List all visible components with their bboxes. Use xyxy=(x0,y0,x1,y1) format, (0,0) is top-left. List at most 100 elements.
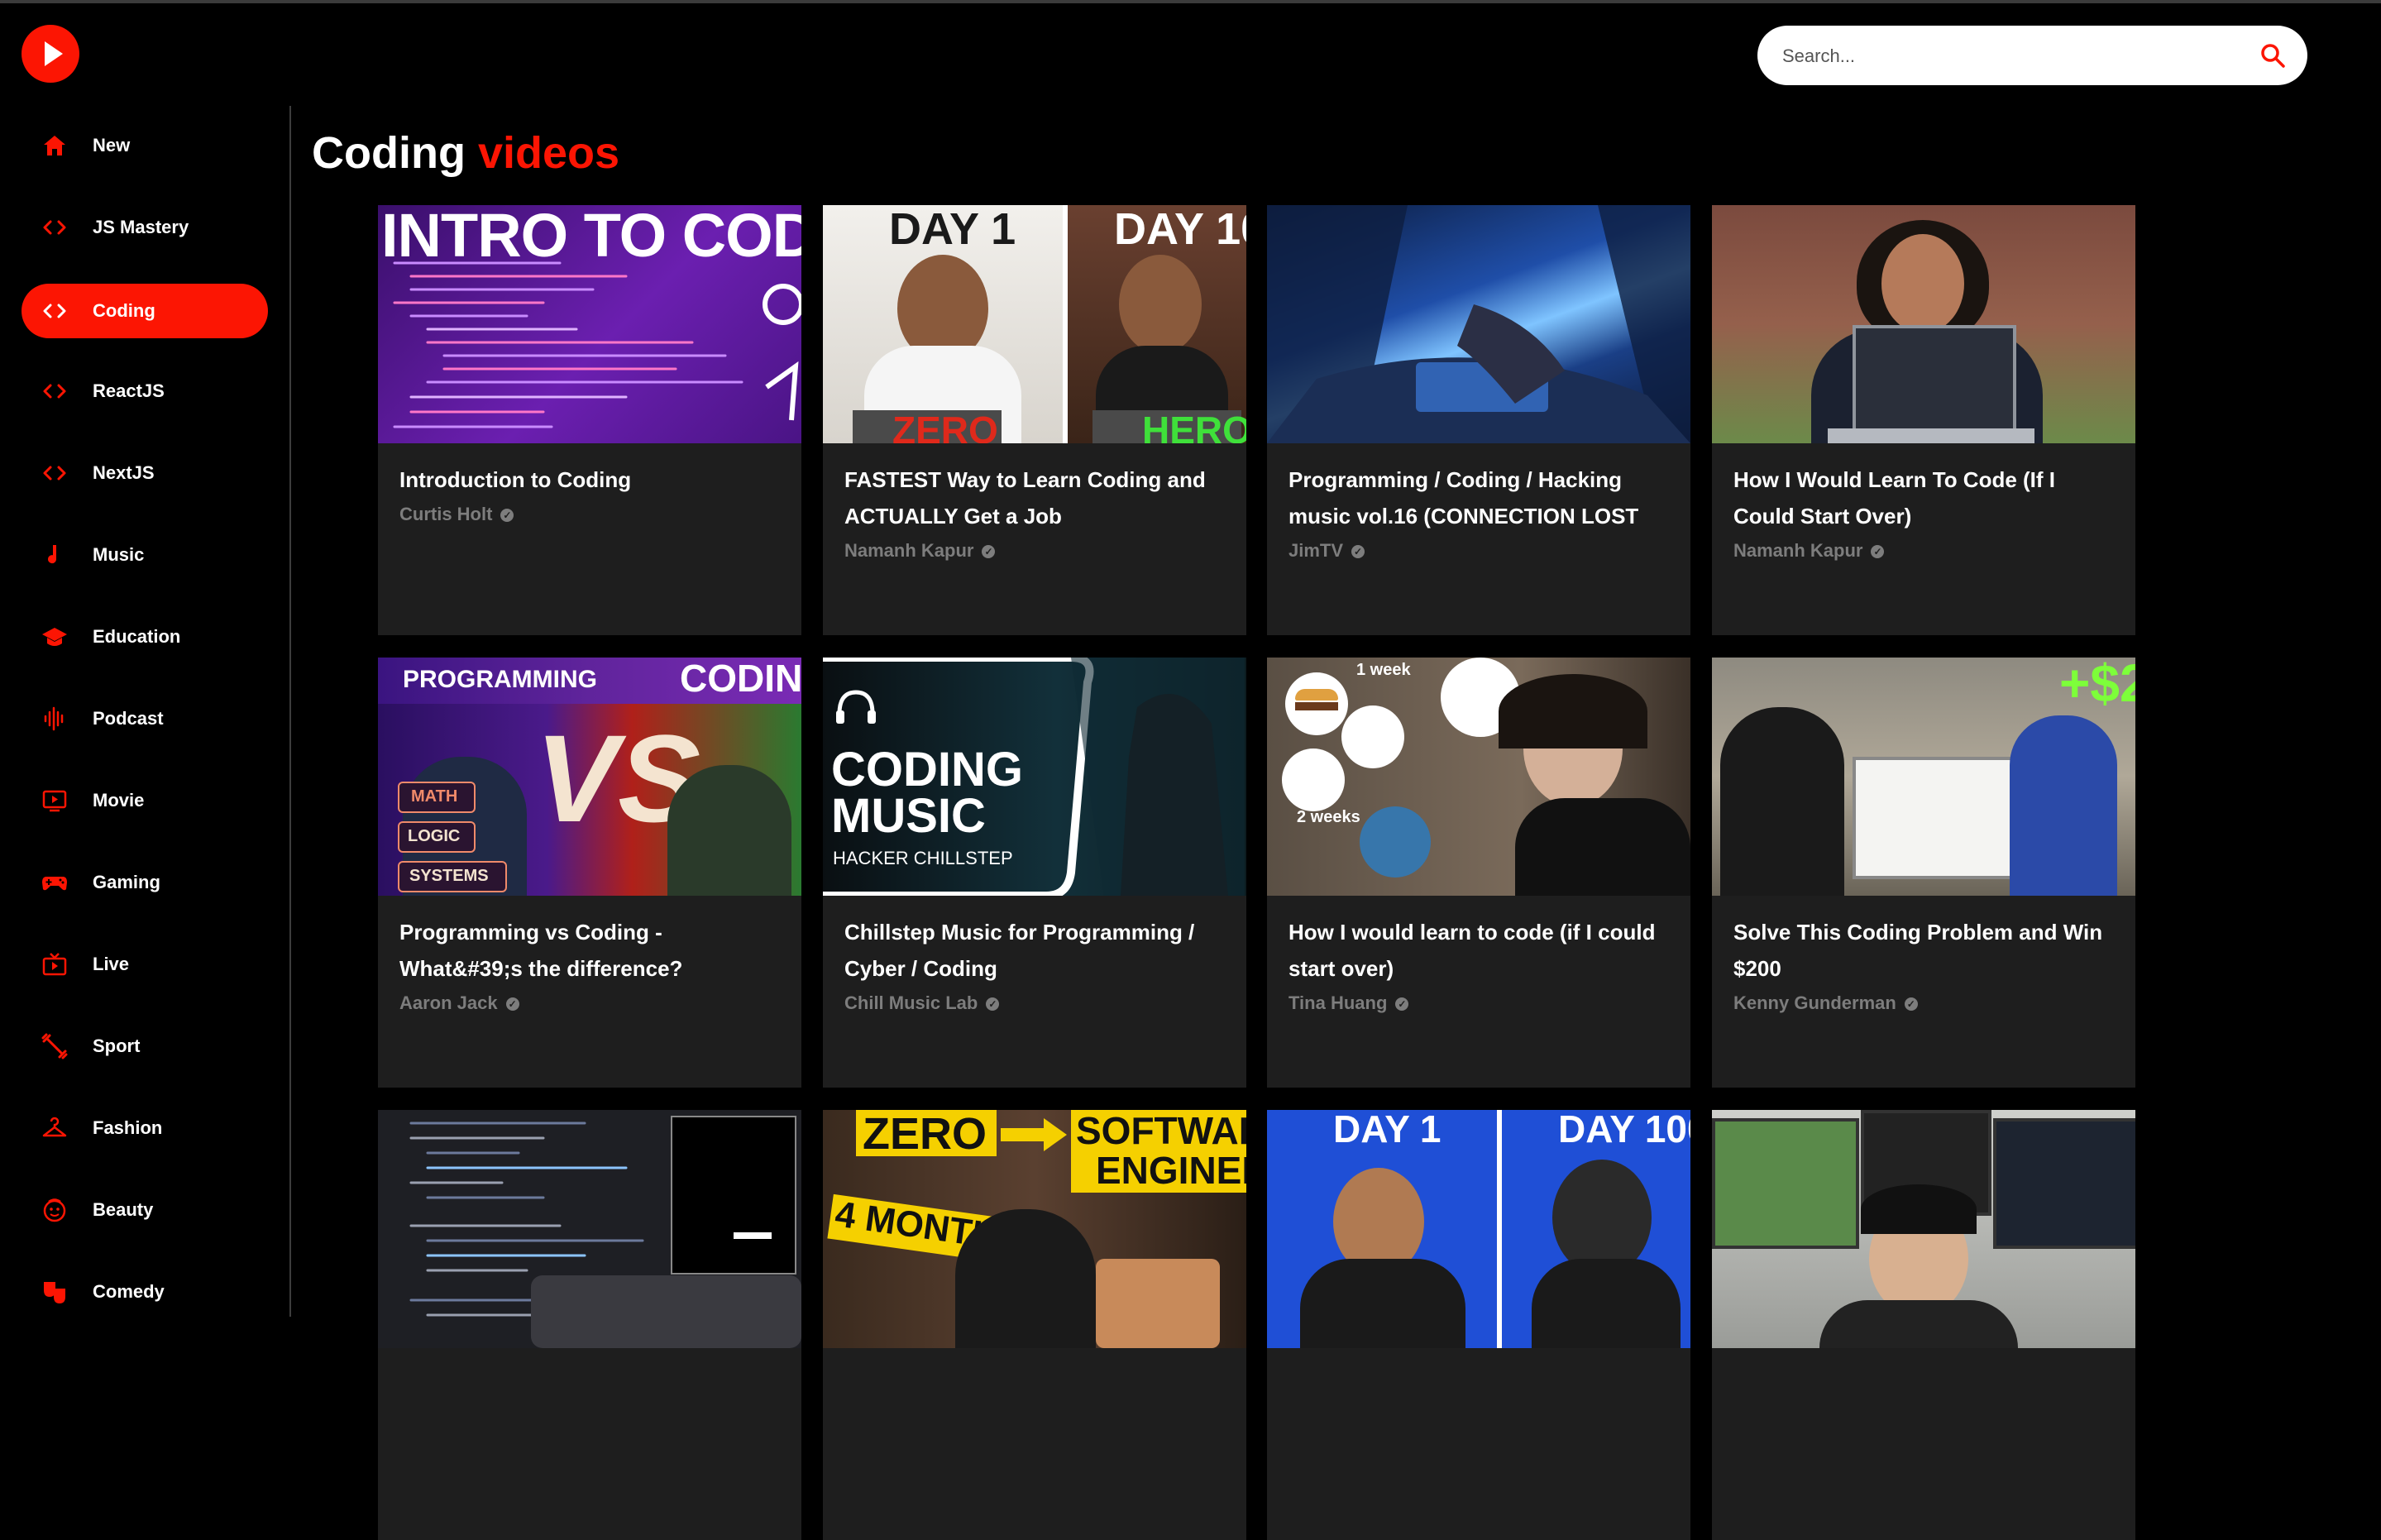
robot-badge xyxy=(1282,748,1345,811)
search-bar[interactable] xyxy=(1757,26,2307,85)
theater-icon xyxy=(44,1282,65,1303)
code-editor-graphic xyxy=(409,1116,801,1348)
video-title[interactable]: Solve This Coding Problem and Win $200 xyxy=(1733,914,2114,987)
burger-patty xyxy=(1295,702,1338,710)
window-top-border xyxy=(0,0,2381,3)
video-card[interactable]: How I Would Learn To Code (If I Could St… xyxy=(1712,205,2135,635)
video-title[interactable]: Programming vs Coding - What&#39;s the d… xyxy=(399,914,780,987)
video-thumbnail[interactable]: ZERO SOFTWAR ENGINEE 4 MONTHS! xyxy=(823,1110,1246,1348)
sidebar-item-new[interactable]: New xyxy=(22,118,268,173)
sidebar-item-js-mastery[interactable]: JS Mastery xyxy=(22,200,268,255)
verified-check-icon: ✓ xyxy=(1871,545,1885,558)
video-card[interactable]: PROGRAMMING CODIN VS MATH LOGIC SYSTEMS … xyxy=(378,658,801,1088)
video-card[interactable]: 1 week 2 weeks How I would learn to code… xyxy=(1267,658,1690,1088)
channel-name[interactable]: Kenny Gunderman ✓ xyxy=(1733,992,1918,1014)
thumbnail-text: DAY 100 xyxy=(1114,205,1246,254)
video-thumbnail[interactable]: 1 week 2 weeks xyxy=(1267,658,1690,896)
sidebar-item-coding[interactable]: Coding xyxy=(22,284,268,338)
channel-name[interactable]: Namanh Kapur ✓ xyxy=(1733,540,1885,562)
python-logo-icon xyxy=(1360,806,1431,878)
youtube-logo[interactable] xyxy=(22,25,79,83)
video-card[interactable]: DAY 1 DAY 100 ZERO HERO FASTEST Way to L… xyxy=(823,205,1246,635)
thumbnail-text: SOFTWAR xyxy=(1076,1110,1246,1152)
thumbnail-text: INTRO TO CODIN xyxy=(381,205,801,270)
arrow-right-icon xyxy=(1001,1118,1067,1151)
headphones-icon xyxy=(836,690,876,724)
sidebar-item-beauty[interactable]: Beauty xyxy=(22,1183,268,1237)
video-title[interactable]: Programming / Coding / Hacking music vol… xyxy=(1289,462,1669,534)
search-icon[interactable] xyxy=(2258,41,2288,70)
thumbnail-text: LOGIC xyxy=(408,827,461,845)
channel-name[interactable]: Chill Music Lab ✓ xyxy=(844,992,1000,1014)
play-screen-icon xyxy=(42,790,67,812)
sidebar-item-nextjs[interactable]: NextJS xyxy=(22,446,268,500)
video-title[interactable]: Chillstep Music for Programming / Cyber … xyxy=(844,914,1225,987)
video-title[interactable]: Introduction to Coding xyxy=(399,462,780,498)
thumbnail-text: MUSIC xyxy=(831,789,986,843)
sidebar-item-fashion[interactable]: Fashion xyxy=(22,1101,268,1155)
burger-icon xyxy=(1295,689,1338,701)
video-card[interactable]: +$20 Solve This Coding Problem and Win $… xyxy=(1712,658,2135,1088)
channel-name[interactable]: JimTV ✓ xyxy=(1289,540,1365,562)
video-thumbnail[interactable] xyxy=(378,1110,801,1348)
thumbnail-divider xyxy=(1497,1110,1502,1348)
person-head xyxy=(1881,234,1964,333)
sidebar-item-music[interactable]: Music xyxy=(22,528,268,582)
thumbnail-text: ZERO xyxy=(863,1110,987,1159)
sidebar-item-gaming[interactable]: Gaming xyxy=(22,855,268,910)
code-icon xyxy=(43,220,66,235)
snake-badge xyxy=(1341,705,1404,768)
video-thumbnail[interactable]: DAY 1 DAY 100 ZERO HERO xyxy=(823,205,1246,443)
person-head xyxy=(1119,255,1202,354)
sidebar-item-label: Gaming xyxy=(93,872,160,892)
live-tv-icon xyxy=(42,953,67,976)
video-thumbnail[interactable] xyxy=(1712,205,2135,443)
channel-name[interactable]: Curtis Holt ✓ xyxy=(399,504,514,525)
sidebar-item-label: Coding xyxy=(93,300,155,321)
video-thumbnail[interactable]: CODING MUSIC HACKER CHILLSTEP xyxy=(823,658,1246,896)
sidebar-item-comedy[interactable]: Comedy xyxy=(22,1265,268,1319)
verified-check-icon: ✓ xyxy=(505,997,519,1011)
sidebar-item-label: Fashion xyxy=(93,1117,163,1138)
channel-name[interactable]: Aaron Jack ✓ xyxy=(399,992,519,1014)
thumbnail-text: DAY 100 xyxy=(1558,1110,1690,1150)
video-card[interactable]: CODING MUSIC HACKER CHILLSTEP Chillstep … xyxy=(823,658,1246,1088)
gamepad-icon xyxy=(42,877,67,891)
person-body xyxy=(1532,1259,1681,1348)
video-thumbnail[interactable] xyxy=(1712,1110,2135,1348)
sidebar-item-label: Beauty xyxy=(93,1199,154,1220)
video-thumbnail[interactable]: +$20 xyxy=(1712,658,2135,896)
search-input[interactable] xyxy=(1781,39,2247,74)
sidebar-item-podcast[interactable]: Podcast xyxy=(22,691,268,746)
cockpit-illustration xyxy=(1267,205,1690,443)
face-icon xyxy=(43,1198,66,1222)
video-thumbnail[interactable]: PROGRAMMING CODIN VS MATH LOGIC SYSTEMS xyxy=(378,658,801,896)
video-thumbnail[interactable]: DAY 1 DAY 100 xyxy=(1267,1110,1690,1348)
soundwave-icon xyxy=(44,706,64,731)
code-icon xyxy=(43,304,66,318)
channel-name-text: Namanh Kapur xyxy=(1733,540,1863,561)
thumbnail-text: HACKER CHILLSTEP xyxy=(833,848,1013,868)
page-title-accent: videos xyxy=(477,128,620,178)
video-title[interactable]: FASTEST Way to Learn Coding and ACTUALLY… xyxy=(844,462,1225,534)
sidebar-item-movie[interactable]: Movie xyxy=(22,773,268,828)
sidebar-item-education[interactable]: Education xyxy=(22,610,268,664)
channel-name[interactable]: Namanh Kapur ✓ xyxy=(844,540,996,562)
video-thumbnail[interactable]: INTRO TO CODIN xyxy=(378,205,801,443)
sidebar-item-live[interactable]: Live xyxy=(22,937,268,992)
channel-name[interactable]: Tina Huang ✓ xyxy=(1289,992,1409,1014)
thumbnail-text: 2 weeks xyxy=(1297,808,1360,826)
thumbnail-text: 1 week xyxy=(1356,661,1411,679)
video-card[interactable] xyxy=(1712,1110,2135,1540)
video-card[interactable] xyxy=(378,1110,801,1540)
video-card[interactable]: DAY 1 DAY 100 xyxy=(1267,1110,1690,1540)
sidebar-item-reactjs[interactable]: ReactJS xyxy=(22,364,268,418)
video-title[interactable]: How I would learn to code (if I could st… xyxy=(1289,914,1669,987)
video-card[interactable]: INTRO TO CODIN Introduction to Coding Cu… xyxy=(378,205,801,635)
video-card[interactable]: ZERO SOFTWAR ENGINEE 4 MONTHS! xyxy=(823,1110,1246,1540)
video-card[interactable]: Programming / Coding / Hacking music vol… xyxy=(1267,205,1690,635)
video-thumbnail[interactable] xyxy=(1267,205,1690,443)
monitor-right xyxy=(1993,1118,2135,1249)
sidebar-item-sport[interactable]: Sport xyxy=(22,1019,268,1074)
video-title[interactable]: How I Would Learn To Code (If I Could St… xyxy=(1733,462,2114,534)
